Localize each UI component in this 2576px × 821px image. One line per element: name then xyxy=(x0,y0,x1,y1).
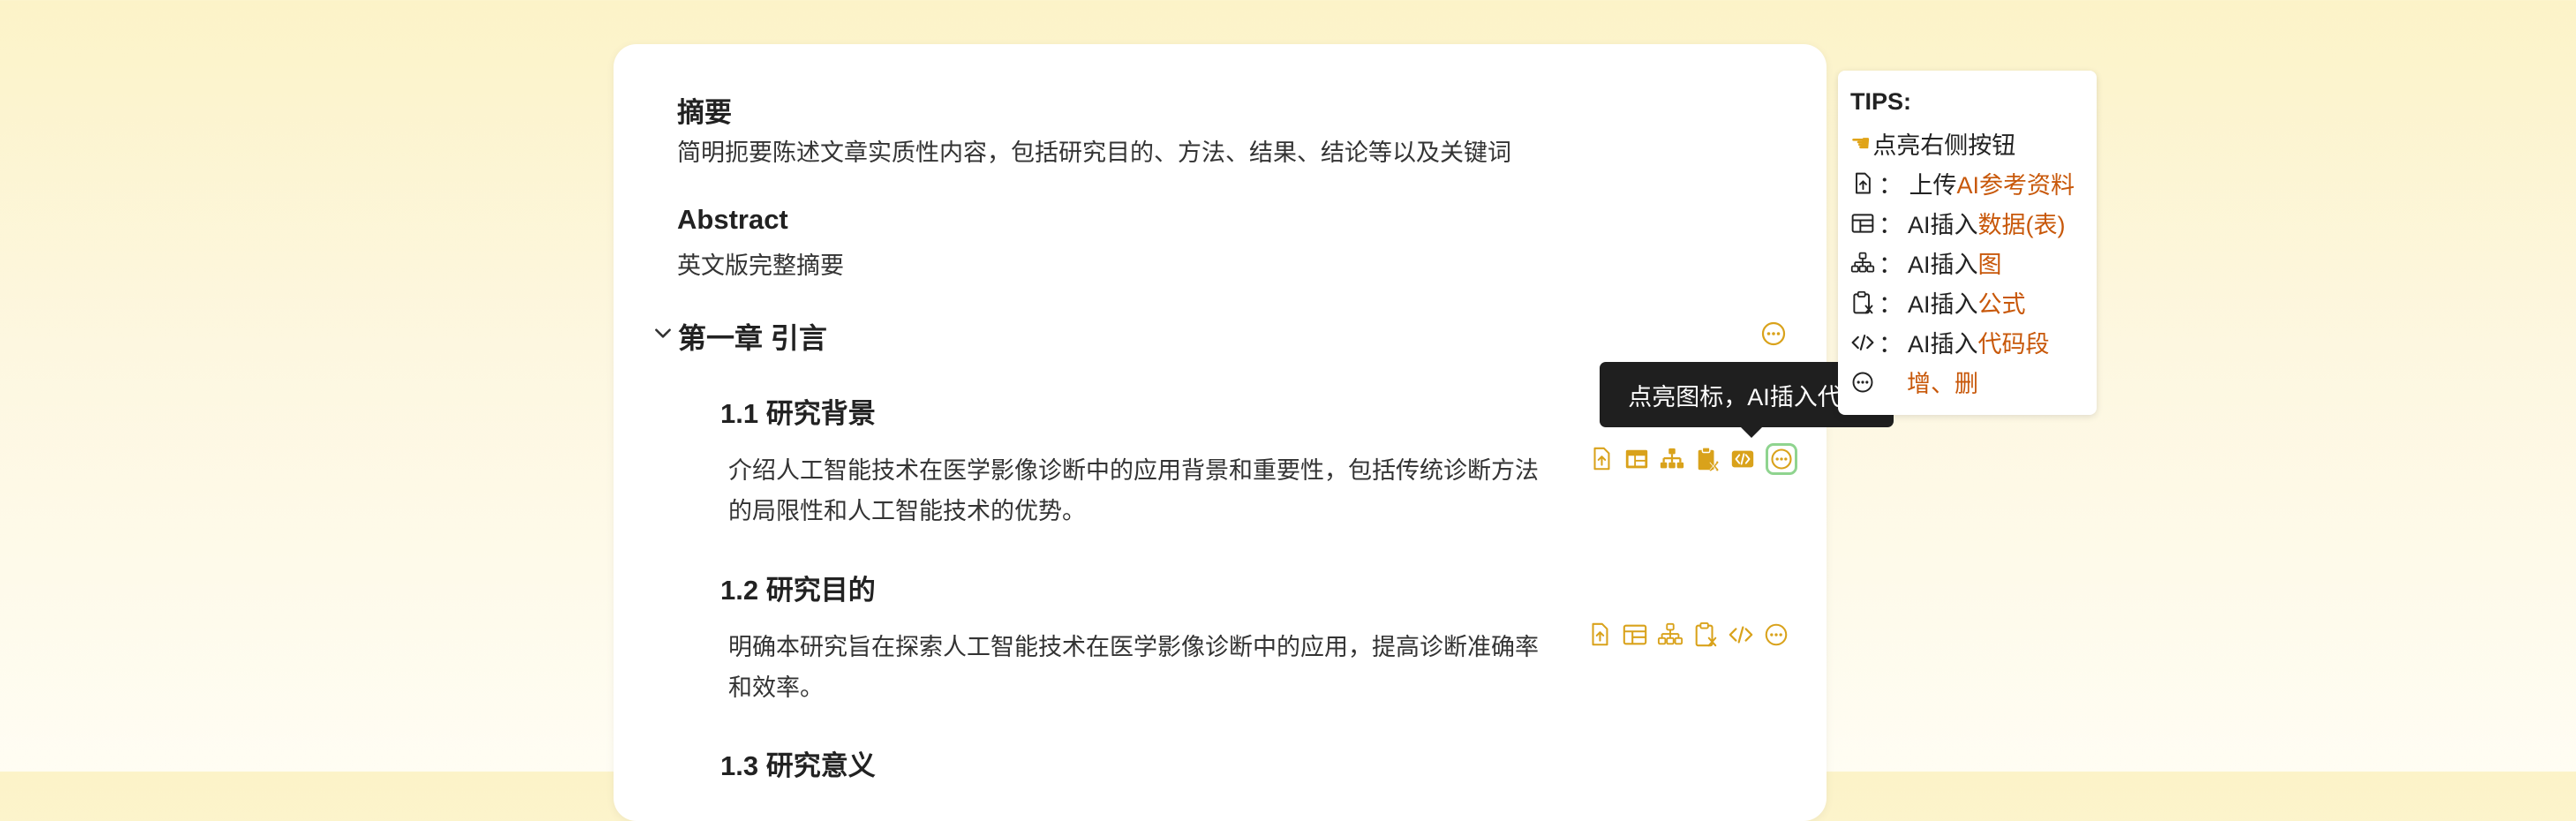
pointing-hand-icon: ☚ xyxy=(1850,130,1872,156)
tips-item-formula: ： AI插入 公式 xyxy=(1850,285,2026,320)
tips-panel: TIPS: ☚ 点亮右侧按钮 ： 上传 AI参考资料 ： AI插入 数据(表) ： … xyxy=(1838,71,2097,415)
formula-icon[interactable] xyxy=(1691,621,1720,649)
more-icon[interactable] xyxy=(1762,621,1790,649)
diagram-icon xyxy=(1850,252,1875,272)
section-body-1-1: 介绍人工智能技术在医学影像诊断中的应用背景和重要性，包括传统诊断方法的局限性和人… xyxy=(728,457,1539,524)
section-toolbar-1-2 xyxy=(1586,621,1790,649)
table-icon xyxy=(1851,213,1874,233)
abstract-cn-title: 摘要 xyxy=(677,97,732,128)
chevron-down-icon[interactable] xyxy=(652,321,674,344)
abstract-en-title: Abstract xyxy=(677,204,788,235)
tips-hint: ☚ 点亮右侧按钮 xyxy=(1850,126,2015,161)
tips-item-table: ： AI插入 数据(表) xyxy=(1850,206,2066,240)
upload-icon xyxy=(1856,172,1871,193)
code-icon[interactable] xyxy=(1727,621,1755,649)
formula-icon[interactable] xyxy=(1693,445,1721,473)
tips-title: TIPS: xyxy=(1850,88,1912,115)
upload-icon[interactable] xyxy=(1586,621,1614,649)
abstract-en-body: 英文版完整摘要 xyxy=(677,252,844,279)
abstract-cn-body: 简明扼要陈述文章实质性内容，包括研究目的、方法、结果、结论等以及关键词 xyxy=(677,139,1511,166)
diagram-icon[interactable] xyxy=(1658,445,1686,473)
section-toolbar-1-1 xyxy=(1587,443,1797,475)
formula-icon xyxy=(1853,290,1873,313)
table-icon[interactable] xyxy=(1621,621,1649,649)
chapter-title[interactable]: 第一章 引言 xyxy=(678,316,827,357)
upload-icon[interactable] xyxy=(1587,445,1616,473)
code-icon xyxy=(1851,334,1874,350)
tips-hint-text: 点亮右侧按钮 xyxy=(1872,132,2016,159)
more-icon xyxy=(1852,372,1873,392)
tips-item-diagram: ： AI插入图 xyxy=(1850,245,2002,280)
section-title-1-1[interactable]: 1.1 研究背景 xyxy=(720,391,876,431)
tips-item-upload: ： 上传 AI参考资料 xyxy=(1850,166,2075,200)
section-body-1-2: 明确本研究旨在探索人工智能技术在医学影像诊断中的应用，提高诊断准确率和效率。 xyxy=(728,634,1539,701)
more-icon-active[interactable] xyxy=(1766,443,1797,475)
more-icon[interactable] xyxy=(1759,320,1788,348)
table-icon[interactable] xyxy=(1623,445,1651,473)
tips-item-code: ： AI插入 代码段 xyxy=(1850,325,2050,359)
diagram-icon[interactable] xyxy=(1656,621,1684,649)
section-title-1-3[interactable]: 1.3 研究意义 xyxy=(720,743,876,783)
code-icon[interactable] xyxy=(1729,445,1757,473)
tips-item-more: 增、删 xyxy=(1850,365,1978,399)
section-title-1-2[interactable]: 1.2 研究目的 xyxy=(720,568,876,607)
